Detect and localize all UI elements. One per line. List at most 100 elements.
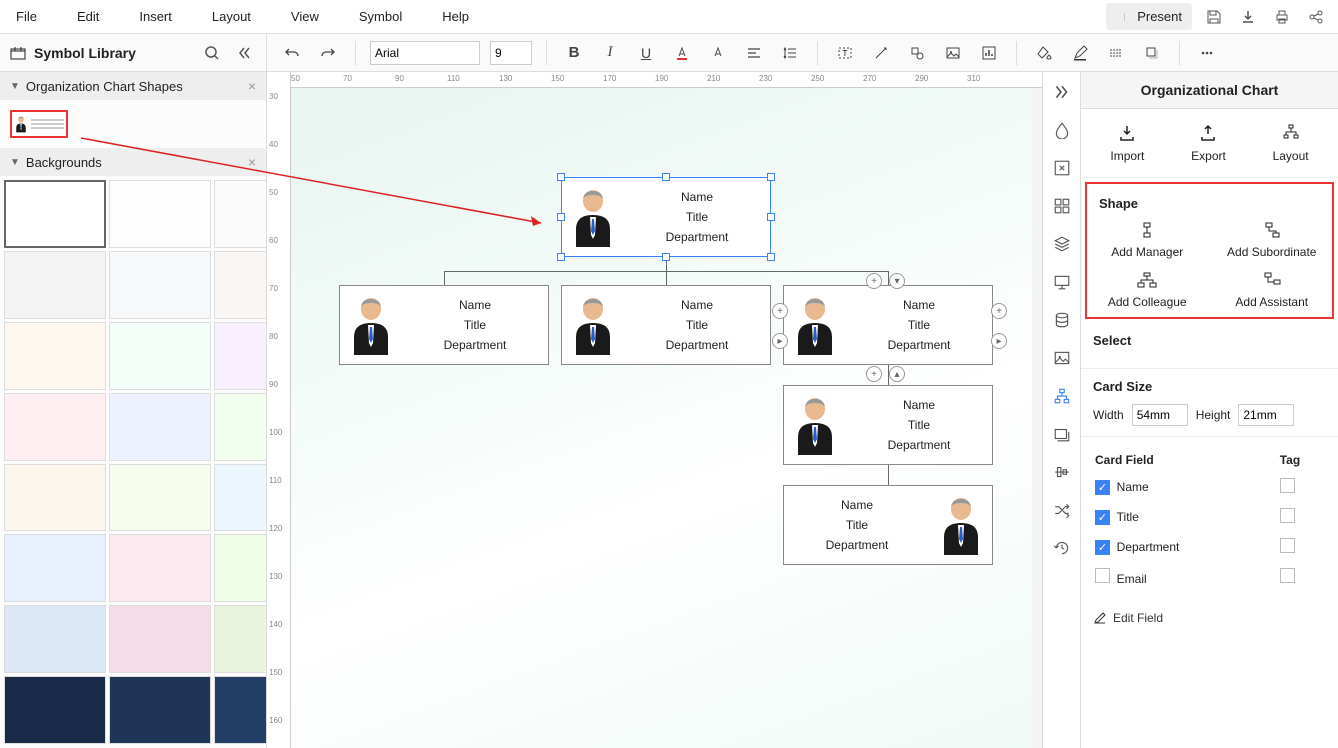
shadow-button[interactable] <box>1139 40 1165 66</box>
add-manager-button[interactable]: Add Manager <box>1091 221 1204 259</box>
background-thumb[interactable] <box>109 534 211 602</box>
close-panel-button[interactable]: × <box>248 78 256 94</box>
org-node-root[interactable]: Name Title Department <box>561 177 771 257</box>
background-thumb[interactable] <box>109 464 211 532</box>
background-thumb[interactable] <box>109 676 211 744</box>
background-thumb[interactable] <box>109 393 211 461</box>
edit-field-button[interactable]: Edit Field <box>1081 603 1338 633</box>
add-assistant-button[interactable]: Add Assistant <box>1216 271 1329 309</box>
tag-checkbox[interactable] <box>1280 478 1295 493</box>
expand-panel-button[interactable] <box>1050 80 1074 104</box>
layout-button[interactable]: Layout <box>1273 123 1309 163</box>
bold-button[interactable]: B <box>561 40 587 66</box>
share-button[interactable] <box>1304 5 1328 29</box>
tag-checkbox[interactable] <box>1280 538 1295 553</box>
field-checkbox[interactable]: ✓ <box>1095 540 1110 555</box>
background-thumb[interactable] <box>4 676 106 744</box>
theme-button[interactable] <box>1050 118 1074 142</box>
add-right-button[interactable]: + <box>991 303 1007 319</box>
background-thumb[interactable] <box>4 393 106 461</box>
history-button[interactable] <box>1050 536 1074 560</box>
collapse-up-button[interactable]: ▾ <box>889 273 905 289</box>
expand-right-button[interactable]: ▸ <box>991 333 1007 349</box>
field-checkbox[interactable] <box>1095 568 1110 583</box>
background-thumb[interactable] <box>109 180 211 248</box>
background-thumb[interactable] <box>109 322 211 390</box>
style-button[interactable] <box>1050 156 1074 180</box>
font-color-button[interactable] <box>669 40 695 66</box>
text-tool-button[interactable]: T <box>832 40 858 66</box>
insert-chart-button[interactable] <box>976 40 1002 66</box>
org-node[interactable]: Name Title Department <box>339 285 549 365</box>
field-checkbox[interactable]: ✓ <box>1095 510 1110 525</box>
tag-checkbox[interactable] <box>1280 568 1295 583</box>
italic-button[interactable]: I <box>597 40 623 66</box>
org-node[interactable]: Name Title Department <box>783 285 993 365</box>
background-thumb[interactable] <box>214 464 266 532</box>
menu-insert[interactable]: Insert <box>133 5 178 28</box>
connector-button[interactable] <box>868 40 894 66</box>
export-button[interactable]: Export <box>1191 123 1226 163</box>
background-thumb[interactable] <box>4 322 106 390</box>
background-thumb[interactable] <box>4 180 106 248</box>
panel-org-shapes-header[interactable]: ▼ Organization Chart Shapes × <box>0 72 266 100</box>
insert-image-button[interactable] <box>940 40 966 66</box>
add-above-button[interactable]: + <box>866 273 882 289</box>
slide-button[interactable] <box>1050 270 1074 294</box>
menu-file[interactable]: File <box>10 5 43 28</box>
line-spacing-button[interactable] <box>777 40 803 66</box>
menu-view[interactable]: View <box>285 5 325 28</box>
search-library-button[interactable] <box>200 41 224 65</box>
fill-button[interactable] <box>1031 40 1057 66</box>
background-thumb[interactable] <box>214 676 266 744</box>
background-thumb[interactable] <box>109 251 211 319</box>
background-thumb[interactable] <box>214 251 266 319</box>
menu-symbol[interactable]: Symbol <box>353 5 408 28</box>
undo-button[interactable] <box>279 40 305 66</box>
import-button[interactable]: Import <box>1110 123 1144 163</box>
grid-button[interactable] <box>1050 194 1074 218</box>
add-below-button[interactable]: + <box>866 366 882 382</box>
save-button[interactable] <box>1202 5 1226 29</box>
align-panel-button[interactable] <box>1050 460 1074 484</box>
layers-button[interactable] <box>1050 232 1074 256</box>
font-size-select[interactable] <box>490 41 532 65</box>
menu-help[interactable]: Help <box>436 5 475 28</box>
more-button[interactable] <box>1194 40 1220 66</box>
highlight-button[interactable] <box>705 40 731 66</box>
align-button[interactable] <box>741 40 767 66</box>
org-node[interactable]: Name Title Department <box>783 385 993 465</box>
background-thumb[interactable] <box>4 605 106 673</box>
collapse-down-button[interactable]: ▴ <box>889 366 905 382</box>
collapse-sidebar-button[interactable] <box>232 41 256 65</box>
print-button[interactable] <box>1270 5 1294 29</box>
background-thumb[interactable] <box>214 393 266 461</box>
font-select[interactable] <box>370 41 480 65</box>
org-card-shape-thumb[interactable] <box>10 110 68 138</box>
background-thumb[interactable] <box>214 534 266 602</box>
panel-backgrounds-header[interactable]: ▼ Backgrounds × <box>0 148 266 176</box>
line-color-button[interactable] <box>1067 40 1093 66</box>
redo-button[interactable] <box>315 40 341 66</box>
org-node[interactable]: Name Title Department <box>561 285 771 365</box>
background-thumb[interactable] <box>109 605 211 673</box>
add-left-button[interactable]: + <box>772 303 788 319</box>
close-panel-button[interactable]: × <box>248 154 256 170</box>
menu-edit[interactable]: Edit <box>71 5 105 28</box>
background-thumb[interactable] <box>4 251 106 319</box>
width-input[interactable] <box>1132 404 1188 426</box>
background-thumb[interactable] <box>214 180 266 248</box>
present-from-current-button[interactable] <box>1108 13 1125 21</box>
field-checkbox[interactable]: ✓ <box>1095 480 1110 495</box>
data-button[interactable] <box>1050 308 1074 332</box>
play-left-button[interactable]: ▸ <box>772 333 788 349</box>
background-thumb[interactable] <box>214 605 266 673</box>
tag-checkbox[interactable] <box>1280 508 1295 523</box>
shuffle-button[interactable] <box>1050 498 1074 522</box>
present-button[interactable]: Present <box>1125 5 1190 28</box>
underline-button[interactable]: U <box>633 40 659 66</box>
background-thumb[interactable] <box>4 464 106 532</box>
menu-layout[interactable]: Layout <box>206 5 257 28</box>
add-subordinate-button[interactable]: Add Subordinate <box>1216 221 1329 259</box>
image-panel-button[interactable] <box>1050 346 1074 370</box>
